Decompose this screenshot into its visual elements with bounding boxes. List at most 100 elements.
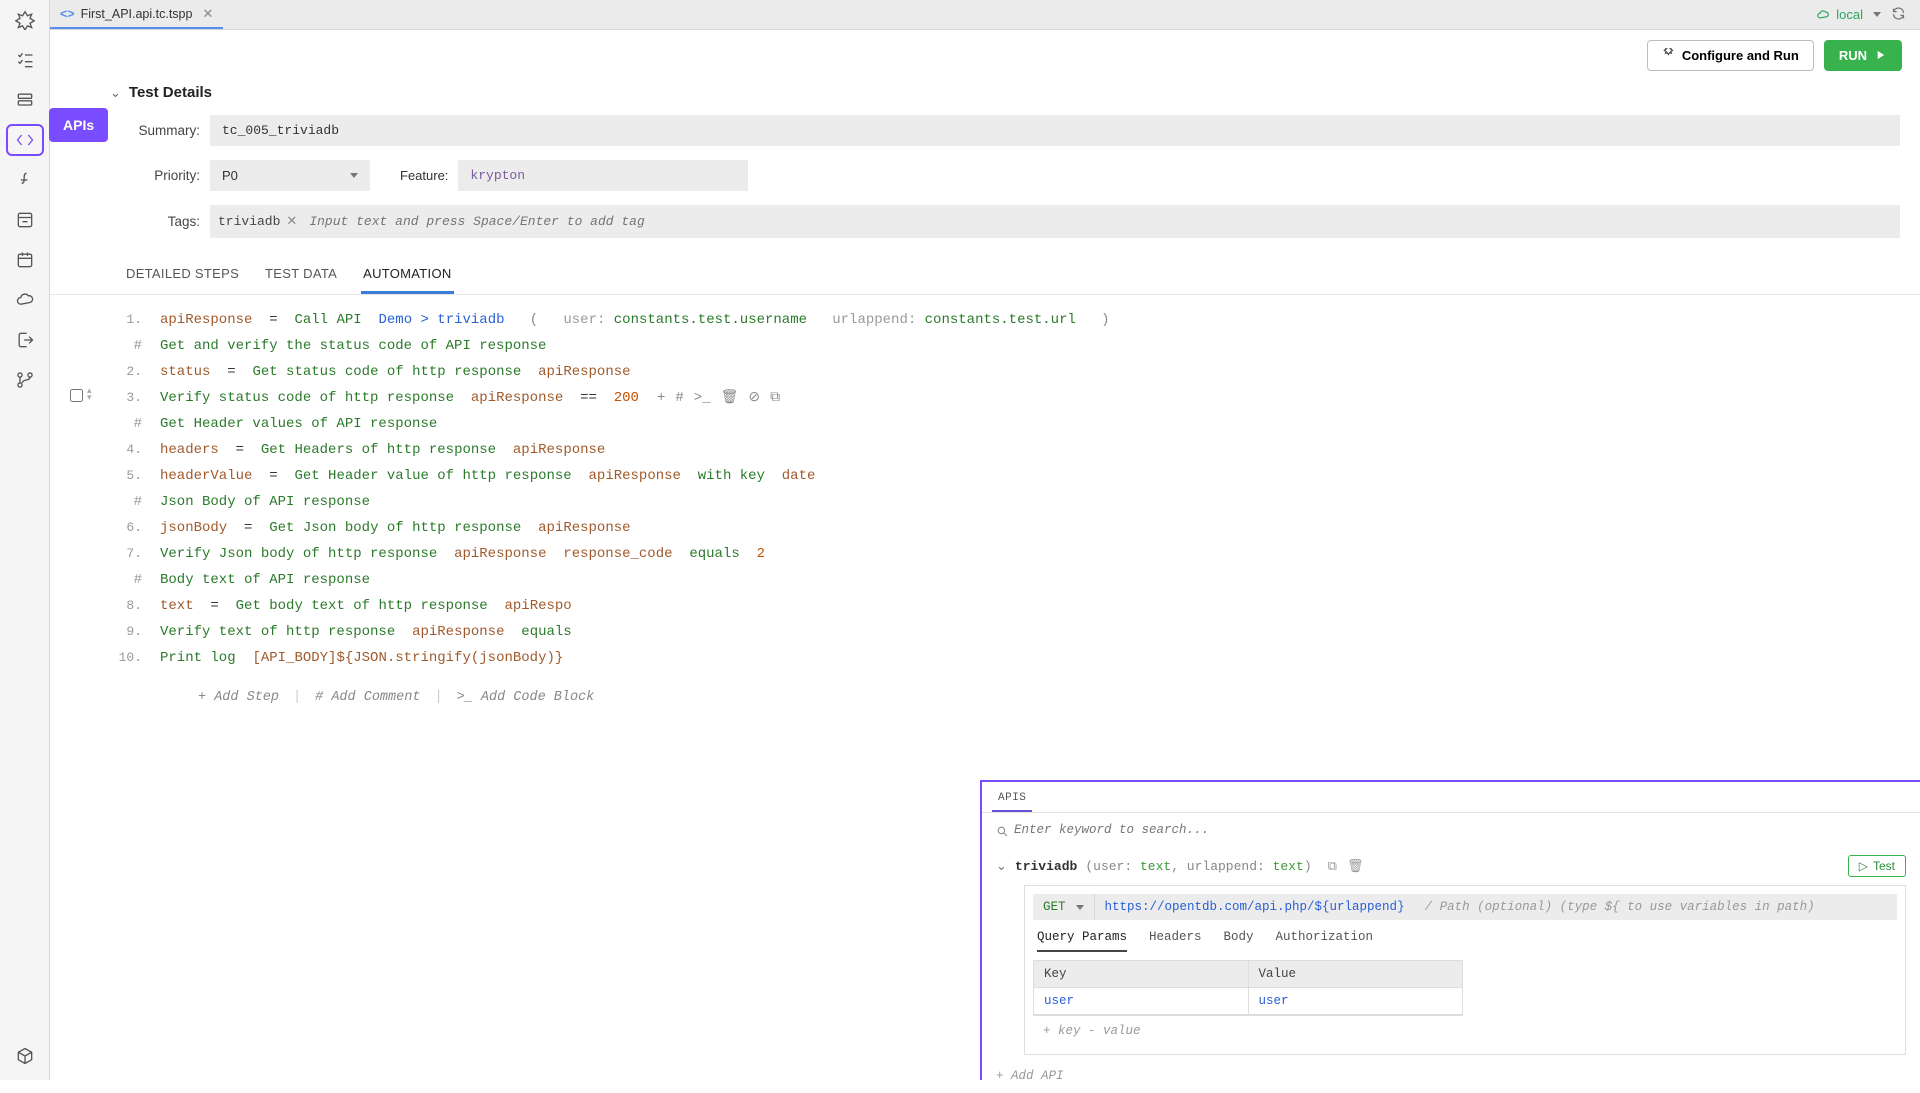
play-icon: ▷ <box>1859 859 1868 873</box>
step-line[interactable]: 6.jsonBody = Get Json body of http respo… <box>112 515 1920 541</box>
api-entry-header[interactable]: ⌄ triviadb (user: text, urlappend: text)… <box>996 851 1906 881</box>
configure-run-button[interactable]: Configure and Run <box>1647 40 1814 71</box>
code-icon: <> <box>60 7 75 21</box>
method-value: GET <box>1043 900 1066 914</box>
delete-icon[interactable]: 🗑 <box>721 385 739 411</box>
kv-key-header: Key <box>1034 961 1249 988</box>
add-icon[interactable]: + <box>657 385 665 411</box>
apis-tab[interactable]: APIS <box>992 786 1032 812</box>
api-entry-name: triviadb <box>1015 859 1077 874</box>
priority-value: P0 <box>222 168 238 183</box>
tab-detailed-steps[interactable]: DETAILED STEPS <box>124 266 241 294</box>
summary-input[interactable] <box>210 115 1900 146</box>
line-number: 1. <box>112 307 160 333</box>
test-label: Test <box>1873 859 1895 873</box>
comment-line[interactable]: #Get Header values of API response <box>112 411 1920 437</box>
step-line[interactable]: 10.Print log [API_BODY]${JSON.stringify(… <box>112 645 1920 671</box>
url-placeholder: / Path (optional) (type ${ to use variab… <box>1415 894 1825 920</box>
main: <> First_API.api.tc.tspp ✕ local Configu… <box>50 0 1920 1080</box>
copy-icon[interactable]: ⧉ <box>770 385 780 411</box>
row-gutter: ▴▾ <box>70 388 92 402</box>
add-step-button[interactable]: + Add Step <box>198 685 279 711</box>
subtab-body[interactable]: Body <box>1224 930 1254 952</box>
test-api-button[interactable]: ▷ Test <box>1848 855 1906 877</box>
comment-line[interactable]: #Get and verify the status code of API r… <box>112 333 1920 359</box>
tags-field[interactable]: triviadb ✕ <box>210 205 1900 238</box>
kv-key-cell[interactable]: user <box>1034 988 1249 1015</box>
add-comment-button[interactable]: # Add Comment <box>315 685 420 711</box>
chevron-down-icon <box>1873 12 1881 17</box>
chevron-down-icon[interactable]: ⌄ <box>996 859 1007 874</box>
add-row: + Add Step | # Add Comment | >_ Add Code… <box>112 671 1920 711</box>
kv-value-cell[interactable]: user <box>1249 988 1463 1015</box>
priority-label: Priority: <box>50 168 200 183</box>
comment-line[interactable]: #Body text of API response <box>112 567 1920 593</box>
sidebar-branch-icon[interactable] <box>8 366 42 394</box>
refresh-button[interactable] <box>1891 6 1906 24</box>
tabbar-right: local <box>1816 0 1920 29</box>
disable-icon[interactable]: ⊘ <box>748 385 760 411</box>
sidebar-db-icon[interactable] <box>8 86 42 114</box>
chevron-down-icon: ⌄ <box>110 85 121 101</box>
run-label: RUN <box>1839 48 1867 63</box>
tabbar: <> First_API.api.tc.tspp ✕ local <box>50 0 1920 30</box>
subtab-authorization[interactable]: Authorization <box>1276 930 1374 952</box>
step-line[interactable]: ▴▾ 3. Verify status code of http respons… <box>112 385 1920 411</box>
feature-input[interactable] <box>458 160 748 191</box>
add-kv-button[interactable]: + key - value <box>1033 1016 1897 1046</box>
sidebar-archive-icon[interactable] <box>8 206 42 234</box>
tag-input[interactable] <box>305 210 1892 233</box>
configure-label: Configure and Run <box>1682 48 1799 63</box>
step-line[interactable]: 7.Verify Json body of http response apiR… <box>112 541 1920 567</box>
env-label: local <box>1836 7 1863 22</box>
chevron-down-icon <box>1076 905 1084 910</box>
sidebar-export-icon[interactable] <box>8 326 42 354</box>
url-value[interactable]: https://opentdb.com/api.php/${urlappend} <box>1095 894 1415 920</box>
tab-automation[interactable]: AUTOMATION <box>361 266 453 294</box>
close-icon[interactable]: ✕ <box>202 6 213 22</box>
file-tab[interactable]: <> First_API.api.tc.tspp ✕ <box>50 0 223 29</box>
tags-label: Tags: <box>50 214 200 229</box>
api-panel: APIS ⌄ triviadb (user: text, urlappend: … <box>980 780 1920 1080</box>
copy-icon[interactable]: ⧉ <box>1328 859 1337 874</box>
step-line[interactable]: 4.headers = Get Headers of http response… <box>112 437 1920 463</box>
sidebar-schedule-icon[interactable] <box>8 246 42 274</box>
sidebar-tooltip: APIs <box>49 108 108 142</box>
add-codeblock-button[interactable]: >_ Add Code Block <box>457 685 595 711</box>
sidebar-cloud-icon[interactable] <box>8 286 42 314</box>
priority-select[interactable]: P0 <box>210 160 370 191</box>
chevron-down-icon <box>350 173 358 178</box>
add-api-button[interactable]: + Add API <box>982 1059 1920 1093</box>
step-line[interactable]: 9.Verify text of http response apiRespon… <box>112 619 1920 645</box>
sidebar-fn-icon[interactable] <box>8 166 42 194</box>
tag-remove-icon[interactable]: ✕ <box>286 214 297 229</box>
row-actions: + # >_ 🗑 ⊘ ⧉ <box>657 385 780 411</box>
kv-row[interactable]: user user <box>1034 988 1462 1015</box>
sidebar-checklist-icon[interactable] <box>8 46 42 74</box>
method-select[interactable]: GET <box>1033 894 1095 920</box>
run-button[interactable]: RUN <box>1824 40 1902 71</box>
step-line[interactable]: 2.status = Get status code of http respo… <box>112 359 1920 385</box>
tab-test-data[interactable]: TEST DATA <box>263 266 339 294</box>
terminal-icon[interactable]: >_ <box>694 385 711 411</box>
details-header[interactable]: ⌄ Test Details <box>50 80 1900 111</box>
comment-line[interactable]: #Json Body of API response <box>112 489 1920 515</box>
subtab-query-params[interactable]: Query Params <box>1037 930 1127 952</box>
sidebar-logo[interactable] <box>8 6 42 34</box>
delete-icon[interactable]: 🗑 <box>1347 859 1364 874</box>
step-line[interactable]: 8.text = Get body text of http response … <box>112 593 1920 619</box>
step-line[interactable]: 5.headerValue = Get Header value of http… <box>112 463 1920 489</box>
sidebar-api-icon[interactable] <box>8 126 42 154</box>
kv-table: Key Value user user <box>1033 960 1463 1016</box>
api-body: ⌄ triviadb (user: text, urlappend: text)… <box>982 847 1920 1059</box>
test-details: ⌄ Test Details Summary: Priority: P0 Fea… <box>50 80 1920 248</box>
sort-icon[interactable]: ▴▾ <box>87 388 92 402</box>
step-checkbox[interactable] <box>70 389 83 402</box>
sidebar-package-icon[interactable] <box>8 1042 42 1070</box>
subtab-headers[interactable]: Headers <box>1149 930 1202 952</box>
env-selector[interactable]: local <box>1816 7 1881 22</box>
step-line[interactable]: 1. apiResponse = Call API Demo > triviad… <box>112 307 1920 333</box>
api-entry-actions: ⧉ 🗑 <box>1328 859 1364 874</box>
hash-icon[interactable]: # <box>675 385 683 411</box>
api-search-input[interactable] <box>994 819 1908 841</box>
